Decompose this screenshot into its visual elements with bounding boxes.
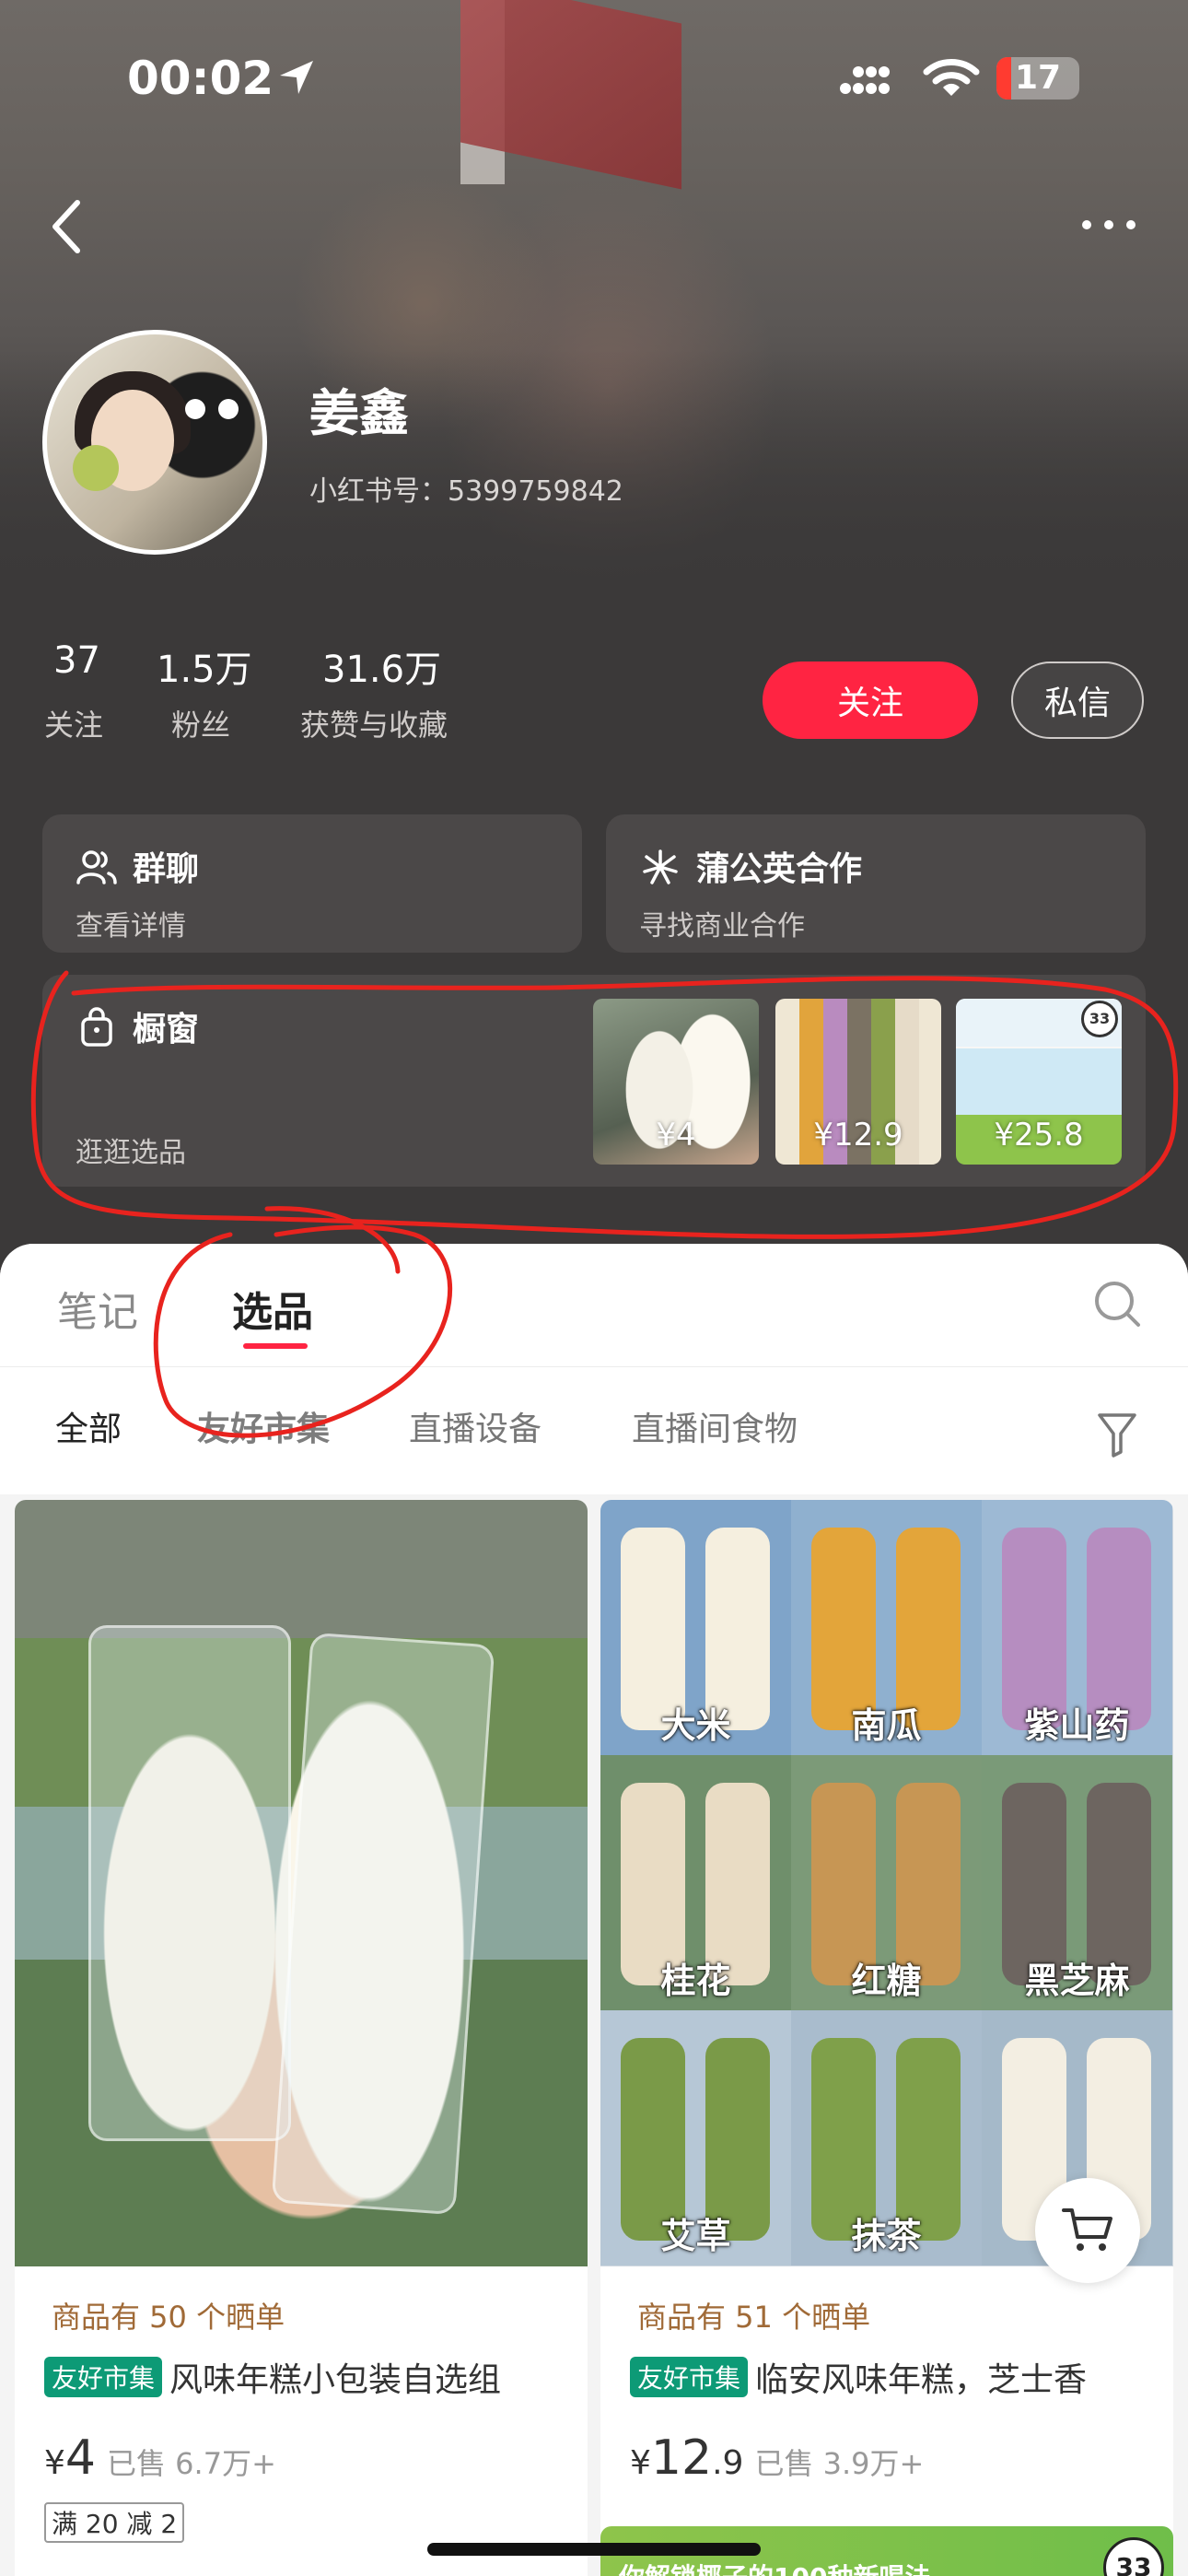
showcase-thumbnail[interactable]: 33 ¥25.8 (956, 999, 1122, 1165)
message-button[interactable]: 私信 (1011, 662, 1144, 739)
showcase-thumbnail[interactable]: ¥12.9 (775, 999, 941, 1165)
filter-friendly-market[interactable]: 友好市集 (197, 1402, 330, 1450)
thumbnail-badge: 33 (1081, 1001, 1118, 1037)
home-indicator (427, 2543, 761, 2556)
battery-icon: 17 (996, 57, 1079, 100)
price-row: ¥12.9 已售 3.9万+ (630, 2430, 924, 2486)
flavor-grid-label: 艾草 (660, 2216, 731, 2256)
price-currency: ¥ (630, 2444, 651, 2482)
price: 4 (64, 2430, 96, 2486)
flavor-grid-label: 抹茶 (851, 2216, 922, 2256)
user-id[interactable]: 小红书号：5399759842 (309, 468, 623, 509)
shopping-cart-icon (1062, 2208, 1112, 2251)
content-sheet: 笔记 选品 全部 友好市集 直播设备 直播间食物 商品有 50 个晒单 友好市集… (0, 1244, 1188, 2576)
group-users-icon (76, 850, 117, 884)
flavor-grid-label: 南瓜 (851, 1705, 922, 1746)
group-chat-title: 群聊 (133, 850, 200, 888)
profile-header: 00:02 17 姜鑫 小红书号：5399759842 37 关注 1.5万 粉… (0, 0, 1188, 1290)
avatar-detail (218, 399, 239, 419)
followers-label[interactable]: 粉丝 (171, 702, 230, 744)
filter-bar: 全部 友好市集 直播设备 直播间食物 (0, 1367, 1188, 1494)
thumbnail-price: ¥12.9 (813, 1117, 903, 1153)
follow-button[interactable]: 关注 (763, 662, 978, 739)
flavor-grid-cell: 红糖 (791, 1755, 982, 2010)
filter-live-food[interactable]: 直播间食物 (632, 1402, 798, 1450)
group-chat-subtitle: 查看详情 (76, 910, 186, 943)
search-icon[interactable] (1092, 1279, 1142, 1329)
product-title: 临安风味年糕，芝士香 (755, 2361, 1088, 2399)
product-badge: 33 (1103, 2537, 1164, 2576)
product-image-detail (271, 1632, 495, 2216)
showcase-subtitle: 逛逛选品 (76, 1137, 186, 1169)
filter-live-equipment[interactable]: 直播设备 (409, 1402, 542, 1450)
dandelion-cooperation-card[interactable]: 蒲公英合作 寻找商业合作 (606, 814, 1146, 953)
showcase-card[interactable]: 橱窗 逛逛选品 ¥4 ¥12.9 33 ¥25.8 (42, 975, 1146, 1187)
flavor-grid-cell: 大米 (600, 1500, 791, 1755)
flavor-grid-label: 黑芝麻 (1024, 1961, 1130, 2001)
location-arrow-icon (280, 61, 313, 94)
back-arrow-icon[interactable] (48, 197, 88, 256)
product-card[interactable]: 商品有 50 个晒单 友好市集 风味年糕小包装自选组 ¥4 已售 6.7万+ 满 2… (15, 1500, 588, 2576)
product-title: 风味年糕小包装自选组 (169, 2361, 502, 2399)
flavor-grid-label: 红糖 (851, 1961, 922, 2001)
battery-percentage: 17 (1014, 59, 1062, 97)
filter-all[interactable]: 全部 (55, 1402, 122, 1450)
tab-notes[interactable]: 笔记 (57, 1279, 138, 1338)
product-title-row: 友好市集 风味年糕小包装自选组 (44, 2353, 578, 2401)
review-count: 商品有 51 个晒单 (637, 2300, 871, 2335)
dandelion-subtitle: 寻找商业合作 (639, 910, 805, 943)
avatar[interactable] (42, 330, 267, 555)
likes-label[interactable]: 获赞与收藏 (300, 702, 448, 744)
dandelion-icon (643, 849, 678, 884)
flavor-grid-cell: 抹茶 (791, 2010, 982, 2266)
flavor-grid-label: 大米 (660, 1705, 731, 1746)
price-decimal: .9 (712, 2444, 744, 2482)
showcase-thumbnail[interactable]: ¥4 (593, 999, 759, 1165)
thumbnail-price: ¥4 (656, 1117, 696, 1153)
likes-count[interactable]: 31.6万 (322, 639, 441, 693)
filter-funnel-icon[interactable] (1096, 1410, 1138, 1459)
dandelion-title: 蒲公英合作 (696, 850, 863, 888)
following-count[interactable]: 37 (53, 639, 100, 682)
tab-bar: 笔记 选品 (0, 1244, 1188, 1367)
price-row: ¥4 已售 6.7万+ (44, 2430, 276, 2486)
wifi-icon (923, 59, 980, 96)
price-currency: ¥ (44, 2444, 65, 2482)
avatar-detail (73, 445, 119, 491)
cart-button[interactable] (1035, 2178, 1140, 2283)
avatar-detail (185, 399, 205, 419)
flavor-grid-cell: 紫山药 (982, 1500, 1172, 1755)
status-time: 00:02 (127, 52, 274, 105)
followers-count[interactable]: 1.5万 (157, 639, 252, 693)
product-card[interactable]: 大米 南瓜 紫山药桂花 红糖 黑芝麻艾草 抹茶 商品有 51 个晒单 友好市集 临安风味年糕… (600, 1500, 1173, 2576)
flavor-grid-label: 紫山药 (1024, 1705, 1130, 1746)
cellular-signal-icon (840, 66, 890, 94)
flavor-grid-cell: 桂花 (600, 1755, 791, 2010)
shop-tag: 友好市集 (630, 2357, 749, 2397)
shopping-bag-icon (81, 1007, 112, 1047)
flavor-grid-cell: 南瓜 (791, 1500, 982, 1755)
product-image: 大米 南瓜 紫山药桂花 红糖 黑芝麻艾草 抹茶 (600, 1500, 1173, 2266)
flavor-grid-label: 桂花 (660, 1961, 731, 2001)
showcase-title: 橱窗 (133, 1011, 200, 1048)
user-name: 姜鑫 (309, 384, 409, 442)
following-label[interactable]: 关注 (44, 702, 103, 744)
active-tab-indicator (243, 1343, 308, 1349)
sold-count: 已售 3.9万+ (754, 2446, 925, 2481)
shop-tag: 友好市集 (44, 2357, 163, 2397)
product-image (15, 1500, 588, 2266)
flavor-grid-cell: 艾草 (600, 2010, 791, 2266)
thumbnail-price: ¥25.8 (994, 1117, 1084, 1153)
review-count: 商品有 50 个晒单 (52, 2300, 285, 2335)
price: 12 (650, 2430, 713, 2486)
product-title-row: 友好市集 临安风味年糕，芝士香 (630, 2353, 1164, 2401)
flavor-grid-cell: 黑芝麻 (982, 1755, 1172, 2010)
product-image-detail (88, 1625, 291, 2141)
tab-selections[interactable]: 选品 (232, 1279, 313, 1338)
group-chat-card[interactable]: 群聊 查看详情 (42, 814, 582, 953)
discount-badge: 满 20 减 2 (44, 2502, 185, 2543)
more-options-icon[interactable] (1079, 217, 1138, 232)
sold-count: 已售 6.7万+ (107, 2446, 276, 2481)
product-banner-text: 你解锁椰子的100种新喝法 (619, 2558, 930, 2576)
